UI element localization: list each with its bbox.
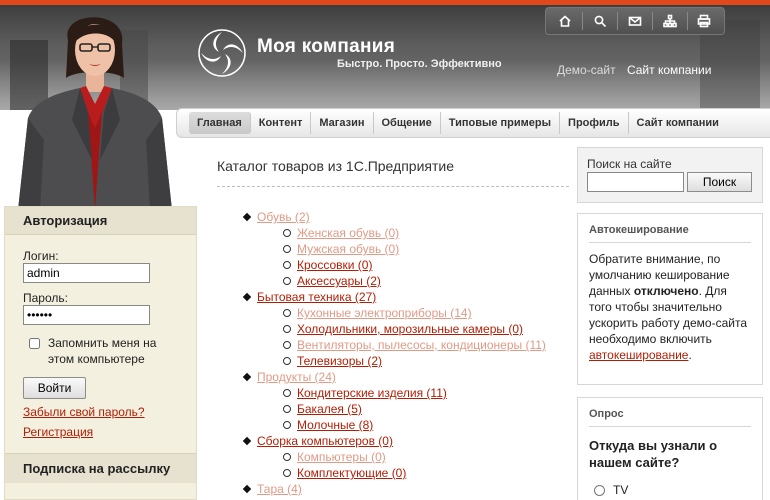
demo-site-link[interactable]: Демо-сайт [557,63,616,77]
poll-question: Откуда вы узнали о нашем сайте? [589,438,718,470]
catalog-subcategory: Кухонные электроприборы (14) [283,305,569,321]
remember-me: Запомнить меня на этом компьютере [29,335,196,367]
catalog-category-link[interactable]: Сборка компьютеров (0) [257,434,393,448]
company-site-link[interactable]: Сайт компании [627,63,712,77]
catalog-subcategory-link[interactable]: Бакалея (5) [297,402,362,416]
search-box: Поиск на сайте Поиск [577,147,763,203]
remember-me-checkbox[interactable] [29,338,40,349]
mail-icon[interactable] [625,11,645,31]
autocache-text: Обратите внимание, по умолчанию кеширова… [589,251,751,363]
password-label: Пароль: [23,291,68,305]
poll-option-label: TV [613,483,629,497]
catalog-subcategory: Комплектующие (0) [283,465,569,481]
tab-shop[interactable]: Магазин [311,112,374,134]
left-sidebar: Авторизация Логин: Пароль: Запомнить мен… [4,206,197,500]
main-content: Каталог товаров из 1С.Предприятие Обувь … [217,158,569,497]
divider [582,12,584,30]
search-button[interactable]: Поиск [687,172,752,192]
register-link[interactable]: Регистрация [23,425,196,439]
tab-examples[interactable]: Типовые примеры [441,112,561,134]
autocache-link[interactable]: автокеширование [589,348,688,362]
catalog-category-link[interactable]: Продукты (24) [257,370,336,384]
company-name[interactable]: Моя компания [257,36,395,58]
catalog-subcategory-list: Женская обувь (0) Мужская обувь (0) Кроссо… [283,225,569,289]
main-navigation: Главная Контент Магазин Общение Типовые … [176,108,770,138]
catalog-subcategory: Бакалея (5) [283,401,569,417]
catalog-subcategory-link[interactable]: Комплектующие (0) [297,466,406,480]
page-title: Каталог товаров из 1С.Предприятие [217,158,569,187]
catalog-subcategory-link[interactable]: Кондитерские изделия (11) [297,386,447,400]
forgot-password-link[interactable]: Забыли свой пароль? [23,405,196,419]
catalog-subcategory: Мужская обувь (0) [283,241,569,257]
catalog-subcategory-link[interactable]: Мужская обувь (0) [297,242,399,256]
company-slogan: Быстро. Просто. Эффективно [337,58,502,70]
autocache-title: Автокеширование [589,224,751,243]
catalog-subcategory-link[interactable]: Кроссовки (0) [297,258,372,272]
catalog-category: Обувь (2) [243,209,569,225]
catalog-subcategory-link[interactable]: Кухонные электроприборы (14) [297,306,472,320]
autocache-bold: отключено [633,284,699,298]
catalog-subcategory-link[interactable]: Холодильники, морозильные камеры (0) [297,322,523,336]
divider [651,12,653,30]
autocache-box: Автокеширование Обратите внимание, по ум… [577,213,763,385]
login-input[interactable] [23,263,150,283]
catalog-subcategory: Телевизоры (2) [283,353,569,369]
poll-box: Опрос Откуда вы узнали о нашем сайте? TV [577,397,763,500]
sitemap-icon[interactable] [660,11,680,31]
catalog-subcategory: Компьютеры (0) [283,449,569,465]
poll-option: TV [589,483,751,497]
tab-content[interactable]: Контент [251,112,312,134]
catalog-category-link[interactable]: Обувь (2) [257,210,310,224]
catalog-subcategory-list: Кондитерские изделия (11) Бакалея (5) Моло… [283,385,569,433]
password-input[interactable] [23,305,150,325]
company-logo-icon[interactable] [197,28,247,78]
catalog-subcategory-link[interactable]: Телевизоры (2) [297,354,382,368]
search-input[interactable] [587,172,684,192]
poll-option-radio[interactable] [594,484,605,496]
catalog-subcategory: Вентиляторы, пылесосы, кондиционеры (11) [283,337,569,353]
catalog-subcategory-list: Кухонные электроприборы (14) Холодильники… [283,305,569,369]
divider [617,12,619,30]
catalog-subcategory: Холодильники, морозильные камеры (0) [283,321,569,337]
catalog-subcategory-link[interactable]: Молочные (8) [297,418,373,432]
catalog-category: Бытовая техника (27) [243,289,569,305]
tab-profile[interactable]: Профиль [560,112,629,134]
header-links: Демо-сайт Сайт компании [557,63,711,77]
catalog-subcategory: Женская обувь (0) [283,225,569,241]
auth-title: Авторизация [5,207,196,235]
print-icon[interactable] [694,11,714,31]
login-button[interactable]: Войти [23,377,86,399]
home-icon[interactable] [555,11,575,31]
subscribe-title: Подписка на рассылку [5,453,196,483]
catalog-subcategory-link[interactable]: Компьютеры (0) [297,450,386,464]
remember-me-label: Запомнить меня на этом компьютере [48,336,157,366]
catalog-category: Сборка компьютеров (0) [243,433,569,449]
autocache-text-part: . [688,348,692,362]
search-icon[interactable] [590,11,610,31]
catalog-subcategory-link[interactable]: Вентиляторы, пылесосы, кондиционеры (11) [297,338,546,352]
catalog-subcategory-link[interactable]: Аксессуары (2) [297,274,381,288]
header-icon-bar [545,7,725,35]
poll-title: Опрос [589,408,751,427]
tab-company-site[interactable]: Сайт компании [629,112,727,134]
tab-community[interactable]: Общение [374,112,441,134]
catalog-category: Тара (4) [243,481,569,497]
catalog-subcategory: Молочные (8) [283,417,569,433]
auth-form: Логин: Пароль: Запомнить меня на этом ко… [5,235,196,439]
tab-home[interactable]: Главная [189,112,251,134]
catalog-category-link[interactable]: Тара (4) [257,482,302,496]
catalog-category-link[interactable]: Бытовая техника (27) [257,290,376,304]
catalog-subcategory: Кроссовки (0) [283,257,569,273]
search-label: Поиск на сайте [587,157,672,171]
woman-photo [18,17,172,210]
catalog-subcategory-link[interactable]: Женская обувь (0) [297,226,399,240]
login-label: Логин: [23,249,59,263]
catalog-subcategory: Аксессуары (2) [283,273,569,289]
divider [686,12,688,30]
catalog-subcategory: Кондитерские изделия (11) [283,385,569,401]
catalog-subcategory-list: Компьютеры (0) Комплектующие (0) [283,449,569,481]
catalog-category: Продукты (24) [243,369,569,385]
catalog-tree: Обувь (2) Женская обувь (0) Мужская обувь … [243,209,569,497]
